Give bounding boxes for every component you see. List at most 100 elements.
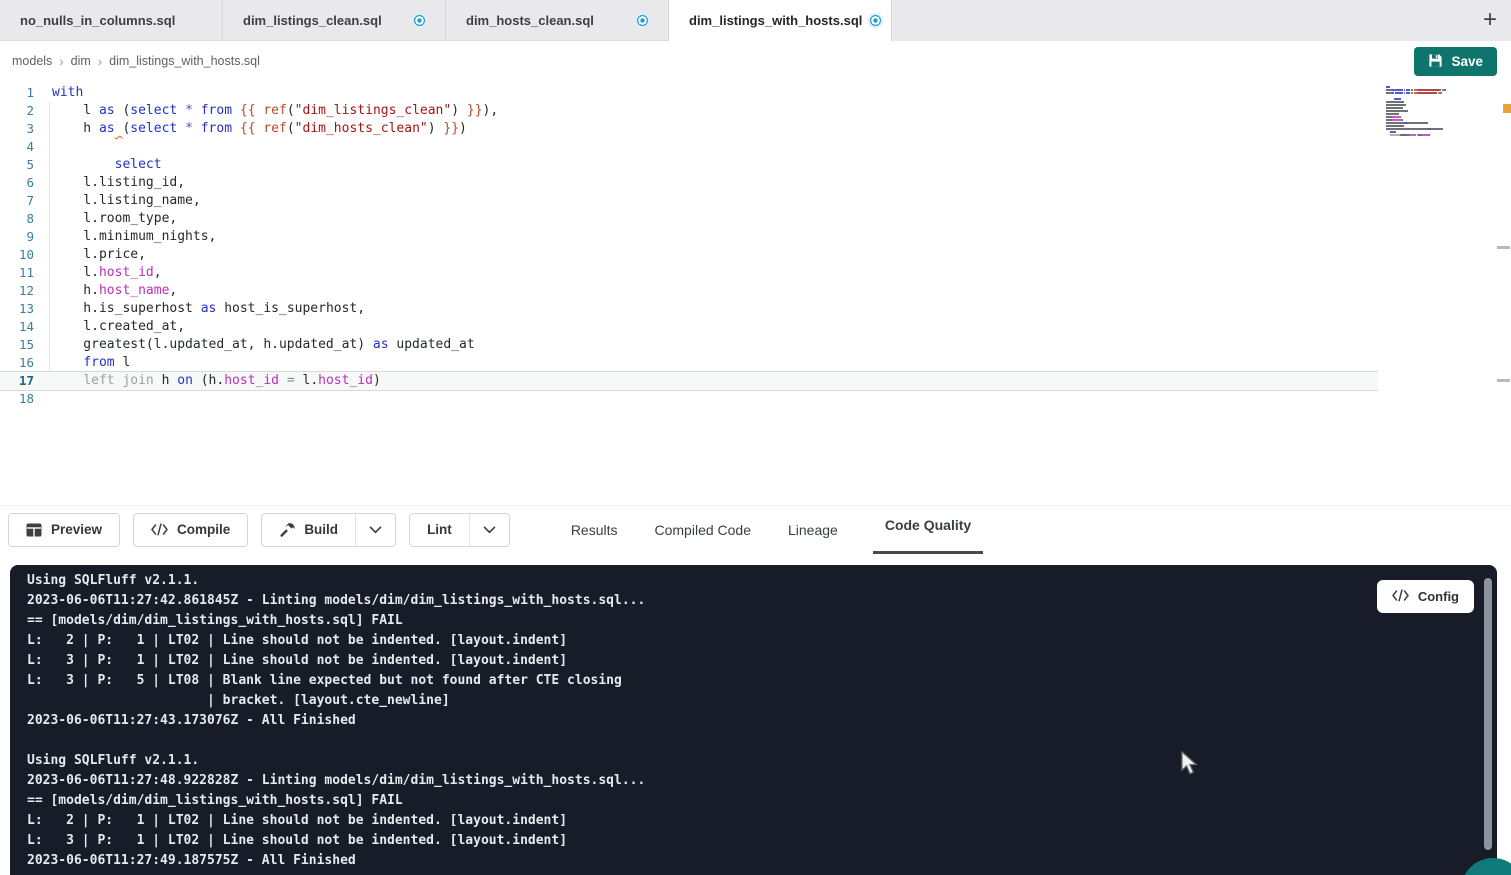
code-line[interactable]: 5 select	[0, 156, 1511, 174]
line-number: 4	[0, 138, 34, 156]
hammer-icon	[279, 522, 295, 538]
line-number: 18	[0, 390, 34, 408]
panel-tab-code-quality[interactable]: Code Quality	[873, 506, 983, 554]
code-line-text: l.minimum_nights,	[52, 228, 216, 246]
code-line[interactable]: 10 l.price,	[0, 246, 1511, 264]
panel-tab-label: Results	[571, 522, 618, 538]
modified-dot-icon	[414, 15, 425, 26]
build-button[interactable]: Build	[261, 513, 396, 547]
line-number: 6	[0, 174, 34, 192]
code-line[interactable]: 2 l as (select * from {{ ref("dim_listin…	[0, 102, 1511, 120]
chevron-down-icon[interactable]	[469, 514, 509, 546]
line-number: 14	[0, 318, 34, 336]
panel-tab-results[interactable]: Results	[569, 506, 620, 554]
panel-tab-lineage[interactable]: Lineage	[786, 506, 840, 554]
code-line[interactable]: 17 left join h on (h.host_id = l.host_id…	[0, 372, 1378, 390]
plus-icon[interactable]: +	[1483, 4, 1497, 36]
code-line[interactable]: 13 h.is_superhost as host_is_superhost,	[0, 300, 1511, 318]
line-number: 17	[0, 372, 34, 390]
scrollbar-annotation	[1497, 246, 1510, 249]
code-line[interactable]: 7 l.listing_name,	[0, 192, 1511, 210]
code-line[interactable]: 6 l.listing_id,	[0, 174, 1511, 192]
code-line-text: from l	[52, 354, 130, 372]
terminal-output: Using SQLFluff v2.1.1. 2023-06-06T11:27:…	[10, 565, 1497, 875]
breadcrumb-item[interactable]: models	[12, 54, 52, 68]
code-line-text: l.listing_id,	[52, 174, 185, 192]
tab-label: no_nulls_in_columns.sql	[20, 13, 175, 28]
scrollbar-warning-marker	[1503, 104, 1511, 113]
line-number: 5	[0, 156, 34, 174]
editor-minimap[interactable]	[1386, 86, 1462, 140]
breadcrumb-separator: ›	[59, 54, 63, 69]
tab-label: dim_listings_with_hosts.sql	[689, 13, 862, 28]
breadcrumb: models › dim › dim_listings_with_hosts.sql S…	[0, 41, 1511, 81]
editor-tab[interactable]: dim_hosts_clean.sql	[446, 0, 669, 41]
line-number: 10	[0, 246, 34, 264]
line-number: 2	[0, 102, 34, 120]
tab-label: dim_listings_clean.sql	[243, 13, 382, 28]
tab-label: dim_hosts_clean.sql	[466, 13, 594, 28]
breadcrumb-item[interactable]: dim	[71, 54, 91, 68]
config-button-label: Config	[1418, 589, 1459, 604]
line-number: 15	[0, 336, 34, 354]
preview-button[interactable]: Preview	[8, 513, 120, 547]
code-line-text: select	[52, 156, 162, 174]
code-line[interactable]: 11 l.host_id,	[0, 264, 1511, 282]
line-number: 9	[0, 228, 34, 246]
code-line-text: l.price,	[52, 246, 146, 264]
modified-dot-icon	[870, 15, 881, 26]
code-line-text: l.room_type,	[52, 210, 177, 228]
code-line[interactable]: 4	[0, 138, 1511, 156]
panel-tab-label: Code Quality	[885, 517, 971, 533]
terminal-scrollbar-thumb[interactable]	[1484, 578, 1492, 850]
breadcrumb-separator: ›	[98, 54, 102, 69]
code-editor[interactable]: 1with2 l as (select * from {{ ref("dim_l…	[0, 81, 1511, 505]
code-line[interactable]: 16 from l	[0, 354, 1511, 372]
button-label: Compile	[177, 522, 230, 537]
terminal: Using SQLFluff v2.1.1. 2023-06-06T11:27:…	[10, 565, 1497, 875]
code-line[interactable]: 15 greatest(l.updated_at, h.updated_at) …	[0, 336, 1511, 354]
result-panel-tabs: Results Compiled Code Lineage Code Quality	[569, 506, 1016, 554]
code-line-text: left join h on (h.host_id = l.host_id)	[52, 372, 381, 390]
line-number: 1	[0, 84, 34, 102]
line-number: 11	[0, 264, 34, 282]
save-button[interactable]: Save	[1414, 47, 1497, 76]
chevron-down-icon[interactable]	[355, 514, 395, 546]
code-line[interactable]: 18	[0, 390, 1511, 408]
config-button[interactable]: Config	[1377, 580, 1474, 613]
editor-tab-bar: no_nulls_in_columns.sql dim_listings_clea…	[0, 0, 1511, 41]
line-number: 8	[0, 210, 34, 228]
code-line[interactable]: 8 l.room_type,	[0, 210, 1511, 228]
code-line-text: greatest(l.updated_at, h.updated_at) as …	[52, 336, 475, 354]
panel-tab-label: Lineage	[788, 522, 838, 538]
line-number: 13	[0, 300, 34, 318]
button-label: Lint	[427, 522, 452, 537]
panel-tab-label: Compiled Code	[655, 522, 752, 538]
line-number: 16	[0, 354, 34, 372]
code-line[interactable]: 3 h as (select * from {{ ref("dim_hosts_…	[0, 120, 1511, 138]
editor-tab[interactable]: dim_listings_with_hosts.sql	[669, 0, 892, 41]
code-line[interactable]: 1with	[0, 84, 1511, 102]
save-button-label: Save	[1451, 54, 1483, 69]
compile-button[interactable]: Compile	[133, 513, 248, 547]
editor-action-bar: Preview Compile Build Lint Results Compiled …	[0, 505, 1511, 553]
save-icon	[1428, 53, 1443, 71]
active-tab-underline	[873, 551, 983, 554]
lint-button[interactable]: Lint	[409, 513, 510, 547]
code-line-text: l.host_id,	[52, 264, 162, 282]
panel-tab-compiled-code[interactable]: Compiled Code	[653, 506, 754, 554]
editor-tab[interactable]: dim_listings_clean.sql	[223, 0, 446, 41]
line-number: 7	[0, 192, 34, 210]
editor-tab[interactable]: no_nulls_in_columns.sql	[0, 0, 223, 41]
code-line-text: l as (select * from {{ ref("dim_listings…	[52, 102, 498, 120]
code-line[interactable]: 9 l.minimum_nights,	[0, 228, 1511, 246]
scrollbar-annotation	[1497, 379, 1510, 382]
code-line-text: l.created_at,	[52, 318, 185, 336]
modified-dot-icon	[637, 15, 648, 26]
breadcrumb-item[interactable]: dim_listings_with_hosts.sql	[109, 54, 260, 68]
code-line[interactable]: 12 h.host_name,	[0, 282, 1511, 300]
code-line[interactable]: 14 l.created_at,	[0, 318, 1511, 336]
button-label: Preview	[51, 522, 102, 537]
code-icon	[1392, 589, 1409, 605]
code-icon	[151, 523, 168, 536]
